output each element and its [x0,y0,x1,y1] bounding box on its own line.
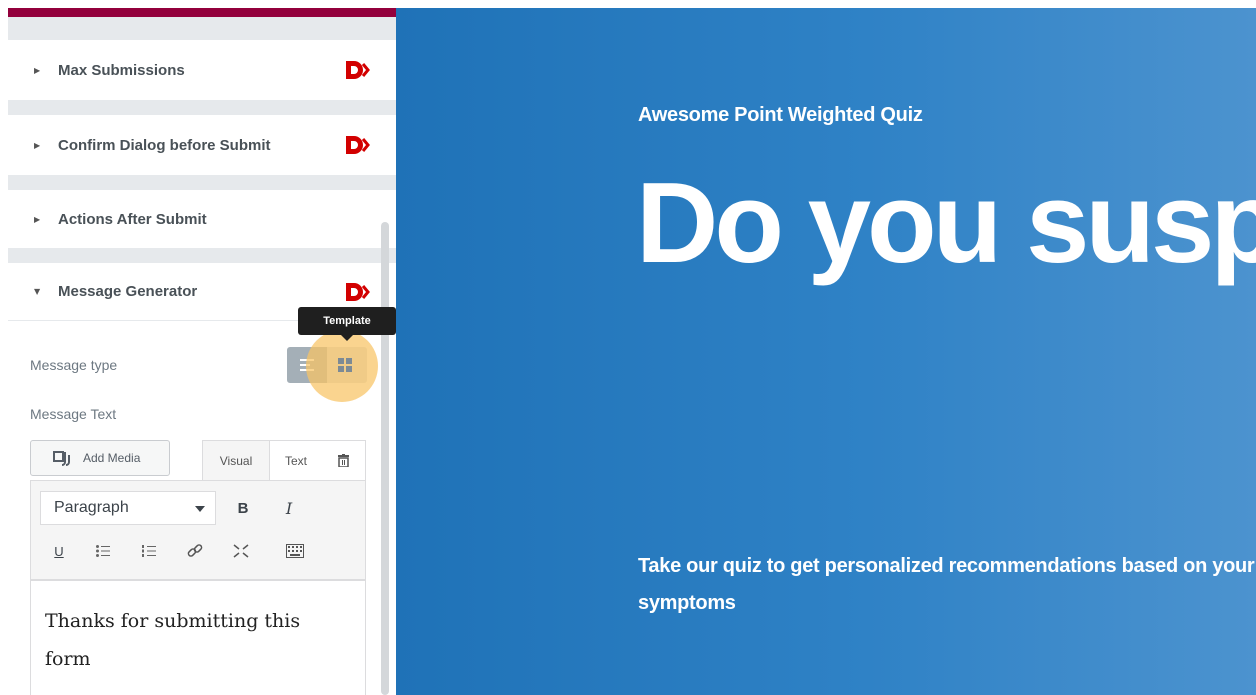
media-icon [53,451,70,466]
bullet-list-button[interactable] [89,537,117,565]
caret-down-icon: ▼ [34,287,41,296]
settings-panel: ▶ Max Submissions ▶ Confirm Dialog befor… [0,0,396,695]
template-tooltip: Template [298,307,396,335]
numbered-list-icon [142,545,156,557]
fullscreen-icon [233,544,249,558]
caret-right-icon: ▶ [34,65,41,75]
dynamic-logo-icon [346,282,370,301]
format-select[interactable]: Paragraph [40,491,216,525]
message-type-label: Message type [30,357,118,373]
keyboard-icon [286,544,304,558]
section-divider [8,248,396,263]
message-text-editor[interactable]: Thanks for submitting this form [30,580,366,695]
section-title: Max Submissions [58,61,185,79]
caret-right-icon: ▶ [34,214,41,224]
section-divider [8,17,396,40]
add-media-label: Add Media [83,451,141,465]
add-media-button[interactable]: Add Media [30,440,170,476]
trash-icon [338,454,349,467]
quiz-eyebrow: Awesome Point Weighted Quiz [638,104,923,126]
section-title: Confirm Dialog before Submit [58,136,271,154]
delete-button[interactable] [322,440,366,480]
preview-canvas: Awesome Point Weighted Quiz Do you suspe… [396,8,1256,695]
caret-right-icon: ▶ [34,140,41,150]
message-text-label: Message Text [30,406,117,422]
link-icon [187,544,203,557]
editor-toolbar: Paragraph B I U [30,480,366,580]
section-divider [8,175,396,190]
tooltip-arrow [341,335,353,341]
fullscreen-button[interactable] [227,537,255,565]
panel-scrollbar[interactable] [381,222,389,695]
bold-button[interactable]: B [229,494,257,522]
section-confirm-dialog[interactable]: ▶ Confirm Dialog before Submit [8,115,396,175]
dynamic-logo-icon [346,61,370,79]
section-title: Message Generator [58,283,198,300]
section-divider [8,100,396,115]
section-actions-after-submit[interactable]: ▶ Actions After Submit [8,190,396,248]
underline-button[interactable]: U [45,537,73,565]
toolbar-toggle-button[interactable] [281,537,309,565]
quiz-subtext: Take our quiz to get personalized recomm… [638,555,1256,614]
panel-accent-bar [8,8,396,17]
link-button[interactable] [181,537,209,565]
section-max-submissions[interactable]: ▶ Max Submissions [8,40,396,100]
template-grid-icon [338,358,352,372]
tab-text[interactable]: Text [270,440,322,480]
italic-button[interactable]: I [275,494,303,522]
bullet-list-icon [96,545,110,557]
caret-down-icon [195,506,205,512]
tab-visual[interactable]: Visual [202,440,270,480]
dynamic-logo-icon [346,136,370,154]
section-title: Actions After Submit [58,210,207,228]
quiz-headline: Do you suspect a deficiency? [636,160,1256,287]
numbered-list-button[interactable] [135,537,163,565]
format-select-value: Paragraph [54,499,129,516]
